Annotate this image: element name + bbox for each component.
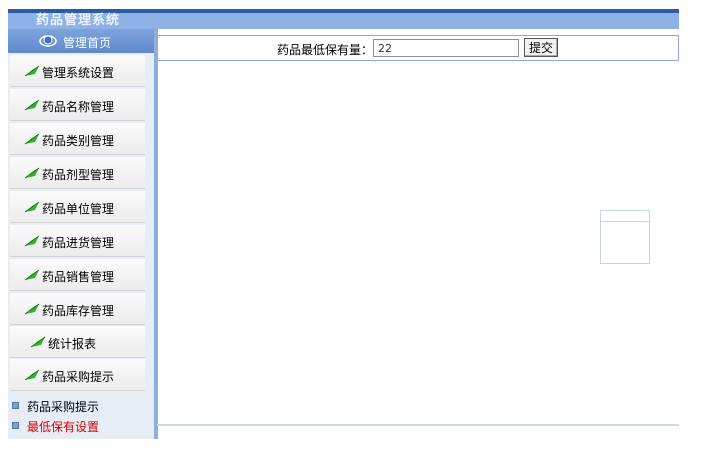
sidebar-item-purchase-hints[interactable]: 药品采购提示 [10,359,145,391]
sidebar-item-label: 药品单位管理 [42,202,115,216]
min-stock-label: 药品最低保有量： [277,43,374,57]
sidebar-item-purchases[interactable]: 药品进货管理 [10,225,145,257]
app-title: 药品管理系统 [36,13,121,28]
bullet-icon [12,402,19,409]
sidebar-item-drug-units[interactable]: 药品单位管理 [10,191,145,223]
sidebar-item-dosage-forms[interactable]: 药品剂型管理 [10,157,145,189]
sidebar-item-label: 药品剂型管理 [42,168,115,182]
sidebar-home-link[interactable]: 管理首页 [8,29,154,53]
leaf-arrow-icon [24,269,40,284]
app-title-bar: 药品管理系统 [8,9,679,29]
leaf-arrow-icon [30,336,46,351]
sidebar-item-label: 药品销售管理 [42,270,115,284]
empty-frame [600,210,650,264]
divider [157,424,679,426]
leaf-arrow-icon [24,235,40,250]
sidebar-home-label: 管理首页 [63,36,112,50]
sidebar-item-label: 药品进货管理 [42,236,115,250]
bullet-icon [12,422,19,429]
sub-item-label: 药品采购提示 [27,400,100,414]
leaf-arrow-icon [24,369,40,384]
frame-divider [601,221,649,222]
sidebar-item-label: 药品类别管理 [42,134,115,148]
sidebar-item-label: 药品名称管理 [42,100,115,114]
leaf-arrow-icon [24,167,40,182]
sub-item-label: 最低保有设置 [27,420,100,434]
leaf-arrow-icon [24,65,40,80]
globe-icon [38,32,58,53]
leaf-arrow-icon [24,99,40,114]
sidebar-item-drug-categories[interactable]: 药品类别管理 [10,123,145,155]
min-stock-input[interactable] [373,39,519,57]
sidebar-item-label: 药品采购提示 [42,370,115,384]
leaf-arrow-icon [24,201,40,216]
sidebar-item-reports[interactable]: 统计报表 [10,326,145,358]
sidebar-item-label: 统计报表 [48,337,97,351]
sidebar-item-drug-names[interactable]: 药品名称管理 [10,89,145,121]
sidebar-item-system-settings[interactable]: 管理系统设置 [10,55,145,87]
sidebar-item-label: 管理系统设置 [42,66,115,80]
leaf-arrow-icon [24,133,40,148]
submit-button[interactable]: 提交 [524,38,558,57]
leaf-arrow-icon [24,303,40,318]
sidebar-item-sales[interactable]: 药品销售管理 [10,259,145,291]
sidebar-item-inventory[interactable]: 药品库存管理 [10,293,145,325]
sidebar-item-label: 药品库存管理 [42,304,115,318]
